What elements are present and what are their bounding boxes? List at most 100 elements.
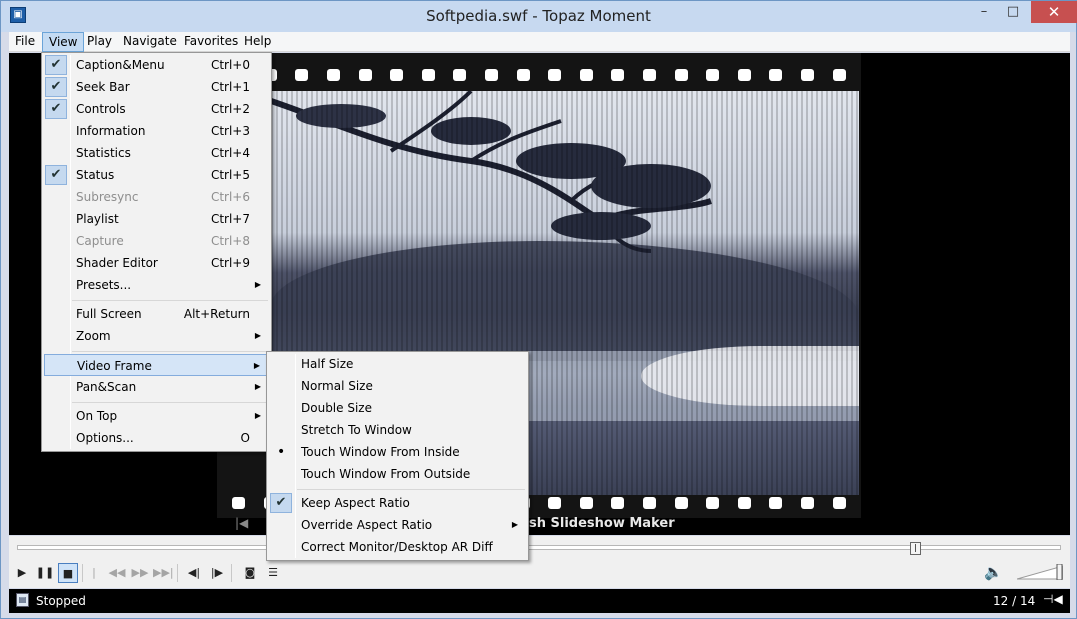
film-hole xyxy=(769,69,783,81)
menu-item-subresync: Subresync Ctrl+6 xyxy=(44,186,269,208)
pause-button[interactable]: ❚❚ xyxy=(35,563,55,583)
menu-item-double-size[interactable]: Double Size xyxy=(269,397,526,419)
volume-icon[interactable]: 🔈 xyxy=(984,563,1003,581)
menu-item-label: Statistics xyxy=(76,146,131,160)
status-icon: ▤ xyxy=(16,593,29,607)
menu-item-keep-aspect-ratio[interactable]: ✔ Keep Aspect Ratio xyxy=(269,492,526,514)
film-hole xyxy=(579,497,593,509)
submenu-arrow-icon: ▶ xyxy=(254,331,261,340)
menu-item-shortcut: Ctrl+4 xyxy=(210,146,250,160)
volume-slider[interactable] xyxy=(1017,564,1063,580)
menu-item-zoom[interactable]: Zoom ▶ xyxy=(44,325,269,347)
stop-button[interactable]: ■ xyxy=(58,563,78,583)
menu-item-label: Half Size xyxy=(301,357,354,371)
close-button[interactable]: ✕ xyxy=(1031,1,1077,23)
separator xyxy=(177,564,178,582)
menu-item-touch-window-from-inside[interactable]: • Touch Window From Inside xyxy=(269,441,526,463)
maximize-button[interactable]: □ xyxy=(998,1,1028,23)
film-hole xyxy=(611,497,625,509)
separator xyxy=(231,564,232,582)
playlist-icon[interactable]: ☰ xyxy=(263,563,283,583)
menu-item-caption-menu[interactable]: ✔ Caption&Menu Ctrl+0 xyxy=(44,54,269,76)
caption-prev-icon: |◀ xyxy=(235,516,249,530)
menu-item-label: Seek Bar xyxy=(76,80,130,94)
submenu-arrow-icon: ▶ xyxy=(254,280,261,289)
menu-navigate[interactable]: Navigate xyxy=(117,32,183,52)
menu-item-label: Touch Window From Outside xyxy=(301,467,471,481)
menu-item-shortcut: Alt+Return xyxy=(183,307,250,321)
menu-item-label: Double Size xyxy=(301,401,372,415)
menu-item-label: Caption&Menu xyxy=(76,58,165,72)
menu-item-label: Capture xyxy=(76,234,124,248)
menu-item-video-frame[interactable]: Video Frame ▶ xyxy=(44,354,269,376)
menu-file[interactable]: File xyxy=(9,32,41,52)
menu-favorites[interactable]: Favorites xyxy=(178,32,244,52)
film-hole xyxy=(485,69,499,81)
film-hole xyxy=(327,69,341,81)
menu-item-correct-monitor-desktop-ar-diff[interactable]: Correct Monitor/Desktop AR Diff xyxy=(269,536,526,558)
menu-item-pan-scan[interactable]: Pan&Scan ▶ xyxy=(44,376,269,398)
status-text: Stopped xyxy=(36,594,86,608)
menu-item-controls[interactable]: ✔ Controls Ctrl+2 xyxy=(44,98,269,120)
menu-item-shortcut: Ctrl+9 xyxy=(210,256,250,270)
film-hole xyxy=(832,69,846,81)
film-hole xyxy=(674,497,688,509)
menu-play[interactable]: Play xyxy=(81,32,118,52)
film-hole xyxy=(295,69,309,81)
menu-item-label: Stretch To Window xyxy=(301,423,412,437)
menu-view[interactable]: View xyxy=(42,32,85,52)
menu-item-touch-window-from-outside[interactable]: Touch Window From Outside xyxy=(269,463,526,485)
menu-help[interactable]: Help xyxy=(238,32,277,52)
submenu-arrow-icon: ▶ xyxy=(253,361,260,370)
film-hole xyxy=(769,497,783,509)
menu-item-shortcut: Ctrl+5 xyxy=(210,168,250,182)
skip-back-icon[interactable]: |◀◀ xyxy=(84,563,104,599)
menu-item-label: Playlist xyxy=(76,212,119,226)
frame-step-forward-icon[interactable]: |▶ xyxy=(207,563,227,583)
play-button[interactable]: ▶ xyxy=(12,563,32,583)
menu-item-seek-bar[interactable]: ✔ Seek Bar Ctrl+1 xyxy=(44,76,269,98)
menu-item-override-aspect-ratio[interactable]: Override Aspect Ratio ▶ xyxy=(269,514,526,536)
camera-icon[interactable]: ◙ xyxy=(240,563,260,583)
menu-item-options[interactable]: Options... O xyxy=(44,427,269,449)
film-hole xyxy=(548,497,562,509)
network-icon: ⊣◀ xyxy=(1043,592,1063,606)
film-hole xyxy=(453,69,467,81)
film-hole xyxy=(674,69,688,81)
check-icon: ✔ xyxy=(45,165,67,185)
menu-item-information[interactable]: Information Ctrl+3 xyxy=(44,120,269,142)
film-hole xyxy=(800,497,814,509)
menu-item-label: Pan&Scan xyxy=(76,380,137,394)
minimize-button[interactable]: – xyxy=(969,1,999,23)
menu-item-label: Touch Window From Inside xyxy=(301,445,460,459)
film-hole xyxy=(516,69,530,81)
app-window: ▣ Softpedia.swf - Topaz Moment – □ ✕ Fil… xyxy=(0,0,1077,619)
menu-item-label: Keep Aspect Ratio xyxy=(301,496,410,510)
menu-item-presets[interactable]: Presets... ▶ xyxy=(44,274,269,296)
film-hole xyxy=(611,69,625,81)
check-icon: ✔ xyxy=(270,493,292,513)
menu-item-statistics[interactable]: Statistics Ctrl+4 xyxy=(44,142,269,164)
menu-separator xyxy=(72,300,268,301)
rewind-icon[interactable]: ◀◀ xyxy=(107,563,127,583)
menu-item-label: Presets... xyxy=(76,278,132,292)
frame-step-back-icon[interactable]: ◀| xyxy=(184,563,204,583)
menu-item-full-screen[interactable]: Full Screen Alt+Return xyxy=(44,303,269,325)
film-hole xyxy=(232,497,246,509)
skip-forward-icon[interactable]: ▶▶| xyxy=(153,563,174,583)
seek-thumb[interactable]: | xyxy=(909,542,921,555)
menu-item-playlist[interactable]: Playlist Ctrl+7 xyxy=(44,208,269,230)
menu-item-half-size[interactable]: Half Size xyxy=(269,353,526,375)
menu-item-on-top[interactable]: On Top ▶ xyxy=(44,405,269,427)
menu-item-label: Shader Editor xyxy=(76,256,158,270)
menu-item-stretch-to-window[interactable]: Stretch To Window xyxy=(269,419,526,441)
radio-dot-icon: • xyxy=(277,444,286,460)
menu-item-shortcut: Ctrl+2 xyxy=(210,102,250,116)
menu-item-shader-editor[interactable]: Shader Editor Ctrl+9 xyxy=(44,252,269,274)
menu-item-status[interactable]: ✔ Status Ctrl+5 xyxy=(44,164,269,186)
menu-item-normal-size[interactable]: Normal Size xyxy=(269,375,526,397)
video-caption: sh Slideshow Maker xyxy=(529,516,675,531)
menu-item-label: Zoom xyxy=(76,329,111,343)
forward-icon[interactable]: ▶▶ xyxy=(130,563,150,583)
seek-bar[interactable] xyxy=(17,545,1061,550)
